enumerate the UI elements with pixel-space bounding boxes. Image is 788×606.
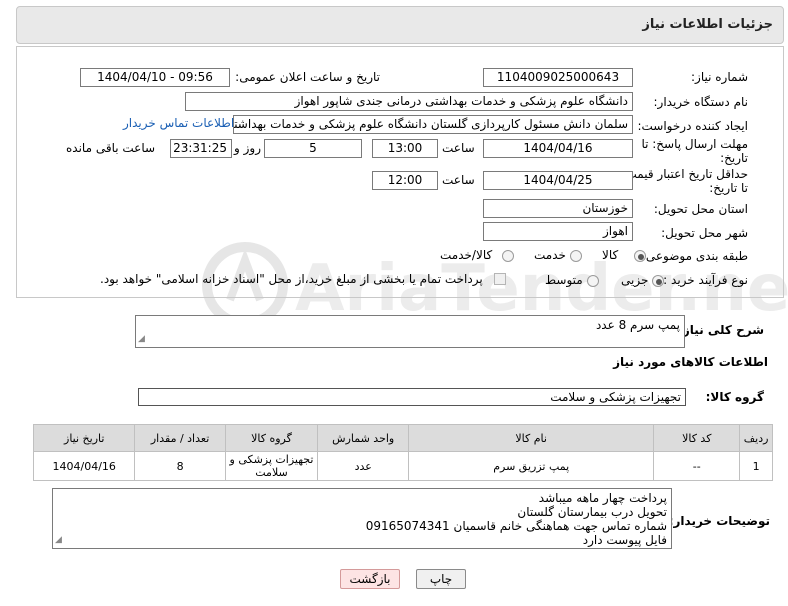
col-code: کد کالا xyxy=(653,424,741,452)
table-row: 1 -- پمپ تزریق سرم عدد تجهیزات پزشکی و س… xyxy=(32,451,773,481)
goods-section-title: اطلاعات کالاهای مورد نیاز xyxy=(613,355,768,369)
requester-label: ایجاد کننده درخواست: xyxy=(637,119,748,133)
province-field: خوزستان xyxy=(483,199,633,218)
treasury-payment-checkbox[interactable] xyxy=(494,273,506,285)
remaining-time-field: 23:31:25 xyxy=(170,139,232,158)
col-unit: واحد شمارش xyxy=(317,424,410,452)
goods-table: ردیف کد کالا نام کالا واحد شمارش گروه کا… xyxy=(32,424,773,481)
province-label: استان محل تحویل: xyxy=(653,202,748,216)
print-button[interactable]: چاپ xyxy=(416,569,466,589)
category-radio-goods[interactable] xyxy=(634,250,646,262)
remaining-label: ساعت باقی مانده xyxy=(66,141,156,155)
need-number-field: 1104009025000643 xyxy=(483,68,633,87)
buyer-notes-label: توضیحات خریدار: xyxy=(668,514,770,528)
resize-grip-icon[interactable]: ◢ xyxy=(55,533,62,547)
deadline-time-field: 13:00 xyxy=(372,139,438,158)
category-radio-both[interactable] xyxy=(502,250,514,262)
buyer-org-label: نام دستگاه خریدار: xyxy=(653,95,749,109)
city-label: شهر محل تحویل: xyxy=(661,226,748,240)
cell-code: -- xyxy=(653,451,741,481)
city-field: اهواز xyxy=(483,222,633,241)
buyer-notes-line: پرداخت چهار ماهه میباشد xyxy=(538,491,667,505)
back-button[interactable]: بازگشت xyxy=(340,569,400,589)
cell-qty: 8 xyxy=(134,451,226,481)
page-header: جزئیات اطلاعات نیاز xyxy=(16,6,784,44)
treasury-payment-note: پرداخت تمام یا بخشی از مبلغ خرید،از محل … xyxy=(100,272,483,286)
description-text: پمپ سرم 8 عدد xyxy=(595,318,680,332)
validity-time-label: ساعت xyxy=(442,173,475,187)
buyer-notes-line: فایل پیوست دارد xyxy=(582,533,667,547)
validity-label-date: تا تاریخ: xyxy=(709,181,748,195)
cell-unit: عدد xyxy=(317,451,410,481)
category-option-both: کالا/خدمت xyxy=(440,248,493,262)
validity-label: حداقل تاریخ اعتبار قیمت: xyxy=(621,167,748,181)
buyer-notes-line: شماره تماس جهت هماهنگی خانم قاسمیان 0916… xyxy=(365,519,667,533)
cell-row: 1 xyxy=(739,451,773,481)
col-group: گروه کالا xyxy=(224,424,319,452)
category-option-goods: کالا xyxy=(602,248,619,262)
description-textarea[interactable]: پمپ سرم 8 عدد ◢ xyxy=(135,315,685,348)
category-radio-service[interactable] xyxy=(570,250,582,262)
buyer-notes-textarea[interactable]: پرداخت چهار ماهه میباشد تحویل درب بیمارس… xyxy=(52,488,672,549)
category-option-service: خدمت xyxy=(534,248,566,262)
announce-label: تاریخ و ساعت اعلان عمومی: xyxy=(235,70,380,84)
col-qty: تعداد / مقدار xyxy=(134,424,226,452)
process-option-medium: متوسط xyxy=(545,273,583,287)
requester-field: سلمان دانش مسئول کارپردازی گلستان دانشگا… xyxy=(233,115,633,134)
validity-date-field: 1404/04/25 xyxy=(483,171,633,190)
deadline-label-date: تاریخ: xyxy=(720,151,748,165)
process-option-minor: جزیی xyxy=(621,273,649,287)
need-number-label: شماره نیاز: xyxy=(691,70,748,84)
deadline-date-field: 1404/04/16 xyxy=(483,139,633,158)
col-row: ردیف xyxy=(739,424,773,452)
buyer-contact-link[interactable]: اطلاعات تماس خریدار xyxy=(123,116,234,130)
days-label: روز و xyxy=(234,141,261,155)
cell-group: تجهیزات پزشکی و سلامت xyxy=(224,451,319,481)
goods-group-field: تجهیزات پزشکی و سلامت xyxy=(138,388,686,406)
process-radio-minor[interactable] xyxy=(652,275,664,287)
process-radio-medium[interactable] xyxy=(587,275,599,287)
validity-time-field: 12:00 xyxy=(372,171,438,190)
resize-grip-icon[interactable]: ◢ xyxy=(138,332,145,346)
process-label: نوع فرآیند خرید : xyxy=(663,273,748,287)
buyer-org-field: دانشگاه علوم پزشکی و خدمات بهداشتی درمان… xyxy=(185,92,633,111)
col-name: نام کالا xyxy=(408,424,655,452)
deadline-label: مهلت ارسال پاسخ: تا xyxy=(641,137,748,151)
deadline-time-label: ساعت xyxy=(442,141,475,155)
buyer-notes-line: تحویل درب بیمارستان گلستان xyxy=(517,505,667,519)
category-label: طبقه بندی موضوعی: xyxy=(641,249,748,263)
announce-field: 1404/04/10 - 09:56 xyxy=(80,68,230,87)
description-label: شرح کلی نیاز: xyxy=(678,323,764,337)
days-field: 5 xyxy=(264,139,362,158)
cell-date: 1404/04/16 xyxy=(32,451,136,481)
col-date: تاریخ نیاز xyxy=(32,424,136,452)
page-title: جزئیات اطلاعات نیاز xyxy=(642,17,773,32)
goods-group-label: گروه کالا: xyxy=(705,390,764,404)
cell-name: پمپ تزریق سرم xyxy=(408,451,655,481)
